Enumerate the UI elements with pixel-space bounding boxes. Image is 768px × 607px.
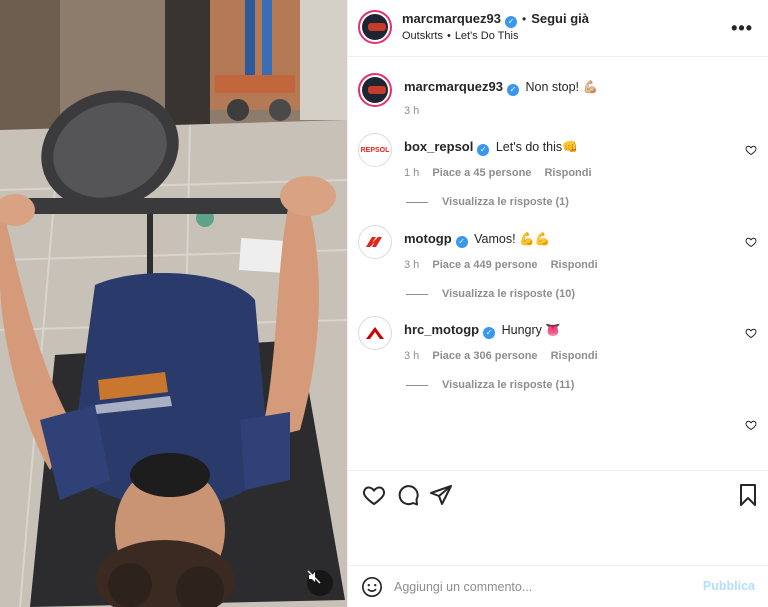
save-bookmark-icon[interactable] (736, 483, 760, 507)
commenter-username[interactable]: hrc_motogp (404, 322, 479, 337)
verified-badge-icon: ✓ (507, 84, 519, 96)
comment-item-loading (348, 408, 768, 458)
post-caption: marcmarquez93 ✓ Non stop! 💪🏼 3 h (348, 73, 768, 123)
verified-badge-icon: ✓ (455, 236, 468, 248)
emoji-smiley-icon[interactable] (361, 576, 383, 598)
instagram-post-window: marcmarquez93 ✓ • Segui già Outskrts • Let's … (0, 0, 768, 607)
comment-meta: 3 h Piace a 306 persone Rispondi (404, 350, 608, 362)
like-comment-heart-icon[interactable] (745, 327, 757, 339)
replies-line (406, 293, 428, 295)
post-location[interactable]: Outskrts (402, 30, 443, 42)
comment-meta: 1 h Piace a 45 persone Rispondi (404, 167, 602, 179)
commenter-avatar[interactable] (358, 225, 392, 259)
caption-text: Non stop! 💪🏼 (525, 80, 599, 94)
commenter-username[interactable]: box_repsol (404, 139, 473, 154)
comment-likes[interactable]: Piace a 306 persone (432, 350, 537, 362)
commenter-username[interactable]: motogp (404, 231, 452, 246)
comment-likes[interactable]: Piace a 449 persone (432, 259, 537, 271)
caption-time: 3 h (404, 105, 420, 117)
motogp-logo-icon (366, 237, 382, 247)
hrc-logo-icon (366, 327, 384, 339)
publish-button[interactable]: Pubblica (703, 579, 755, 593)
commenter-avatar[interactable]: REPSOL (358, 133, 392, 167)
verified-badge-icon: ✓ (477, 144, 490, 156)
comment-item: motogp ✓ Vamos! 💪💪 3 h Piace a 449 person… (348, 225, 768, 305)
comment-text: Hungry 👅 (501, 323, 561, 337)
separator-dot: • (522, 12, 527, 26)
following-button[interactable]: Segui già (531, 11, 589, 26)
mute-toggle-button[interactable] (307, 570, 333, 596)
comment-item: REPSOL box_repsol ✓ Let's do this👊 1 h Pi… (348, 133, 768, 213)
caption-username[interactable]: marcmarquez93 (404, 79, 503, 94)
replies-line (406, 384, 428, 386)
comment-composer: Pubblica (348, 565, 768, 607)
caption-text-row: marcmarquez93 ✓ Non stop! 💪🏼 (404, 79, 598, 96)
comment-text-row: motogp ✓ Vamos! 💪💪 (404, 231, 550, 248)
post-audio[interactable]: Let's Do This (455, 30, 519, 42)
more-options-icon[interactable]: ••• (731, 18, 753, 39)
separator-dot: • (446, 30, 451, 42)
view-replies-button[interactable]: Visualizza le risposte (1) (406, 196, 569, 208)
comment-text-row: box_repsol ✓ Let's do this👊 (404, 139, 578, 156)
comment-likes[interactable]: Piace a 45 persone (432, 167, 531, 179)
post-side-panel: marcmarquez93 ✓ • Segui già Outskrts • Let's … (347, 0, 768, 607)
share-send-icon[interactable] (429, 483, 453, 507)
comment-bubble-icon[interactable] (396, 483, 420, 507)
comment-time: 1 h (404, 167, 420, 179)
replies-line (406, 201, 428, 203)
author-avatar[interactable] (358, 10, 392, 44)
comment-input[interactable] (394, 578, 694, 596)
muted-speaker-icon (307, 570, 321, 584)
like-comment-heart-icon[interactable] (745, 419, 757, 431)
repsol-logo: REPSOL (360, 146, 390, 154)
verified-badge-icon: ✓ (483, 327, 496, 339)
like-comment-heart-icon[interactable] (745, 236, 757, 248)
reply-button[interactable]: Rispondi (551, 259, 598, 271)
reply-button[interactable]: Rispondi (551, 350, 598, 362)
verified-badge-icon: ✓ (505, 16, 517, 28)
caption-author-avatar[interactable] (358, 73, 392, 107)
like-heart-icon[interactable] (362, 483, 386, 507)
like-comment-heart-icon[interactable] (745, 144, 757, 156)
comment-time: 3 h (404, 350, 420, 362)
commenter-avatar[interactable] (358, 316, 392, 350)
author-username[interactable]: marcmarquez93 (402, 11, 501, 26)
view-replies-button[interactable]: Visualizza le risposte (11) (406, 379, 574, 391)
comment-text-row: hrc_motogp ✓ Hungry 👅 (404, 322, 561, 339)
comment-time: 3 h (404, 259, 420, 271)
post-video[interactable] (0, 0, 347, 607)
video-frame (0, 0, 347, 607)
comment-meta: 3 h Piace a 449 persone Rispondi (404, 259, 608, 271)
post-actions-bar (348, 470, 768, 562)
comment-text: Vamos! 💪💪 (474, 232, 551, 246)
comment-text: Let's do this👊 (495, 140, 578, 154)
view-replies-button[interactable]: Visualizza le risposte (10) (406, 288, 575, 300)
reply-button[interactable]: Rispondi (544, 167, 591, 179)
post-header: marcmarquez93 ✓ • Segui già Outskrts • Let's … (348, 0, 768, 57)
comment-item: hrc_motogp ✓ Hungry 👅 3 h Piace a 306 per… (348, 316, 768, 396)
